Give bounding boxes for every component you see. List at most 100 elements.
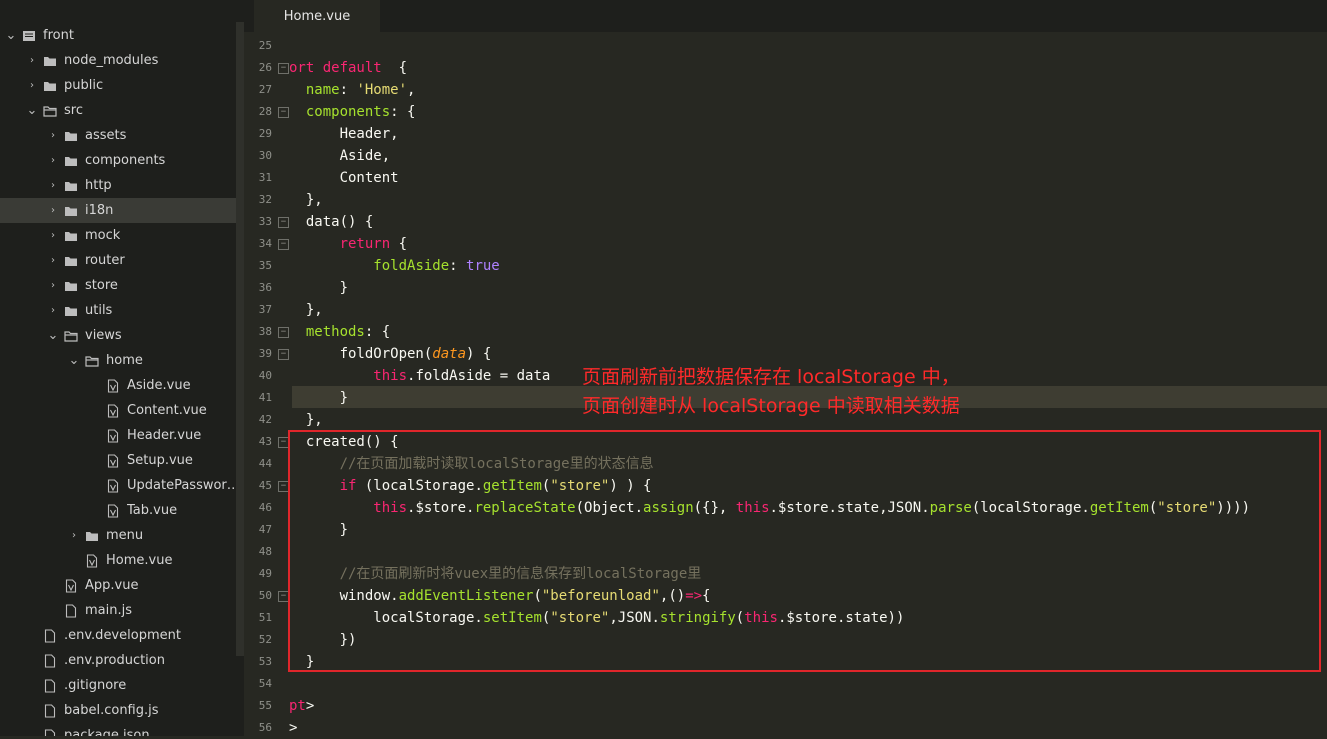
code-token: Aside, [289,148,391,164]
chevron-down-icon[interactable]: ⌄ [25,103,39,118]
chevron-right-icon[interactable]: › [25,55,39,66]
tree-item-label: router [85,253,125,268]
code-token: foldAside [373,258,450,274]
tree-item-env-production[interactable]: ›.env.production [0,648,244,673]
code-token: data() { [289,214,374,230]
line-number: 46 [258,501,272,514]
tree-item-label: i18n [85,203,114,218]
line-number: 49 [258,567,272,580]
folder-open-icon [43,104,57,118]
code-token: .foldAside = data [407,368,551,384]
tree-item-front[interactable]: ⌄ front [0,23,240,48]
line-number: 30 [258,149,272,162]
file-icon [43,678,57,693]
code-line: } [289,277,348,299]
tree-item-public[interactable]: › public [0,73,244,98]
chevron-right-icon[interactable]: › [46,130,60,141]
tree-item-label: mock [85,228,121,243]
line-number: 40 [258,369,272,382]
tree-item-gitignore[interactable]: ›.gitignore [0,673,244,698]
tree-item-label: Tab.vue [127,503,178,518]
tree-item-aside-vue[interactable]: ›Aside.vue [0,373,244,398]
code-token: ort default [289,60,382,76]
folder-icon [64,304,78,318]
chevron-right-icon[interactable]: › [25,80,39,91]
tree-item-store[interactable]: › store [0,273,244,298]
vue-file-icon [85,553,99,568]
folder-icon [43,54,57,68]
chevron-right-icon[interactable]: › [46,180,60,191]
line-number: 27 [258,83,272,96]
file-tree-sidebar: ⌄ front › node_modules › public ⌄ src › assets › co… [0,0,244,736]
line-number: 56 [258,721,272,734]
tree-item-mock[interactable]: › mock [0,223,244,248]
tree-item-components[interactable]: › components [0,148,244,173]
line-number: 50 [258,589,272,602]
tree-item-updatepasswor[interactable]: ›UpdatePasswor… [0,473,244,498]
vue-file-icon [106,378,120,393]
tree-item-router[interactable]: › router [0,248,244,273]
chevron-down-icon[interactable]: ⌄ [67,353,81,368]
tree-item-label: Header.vue [127,428,202,443]
line-number: 44 [258,457,272,470]
tree-item-src[interactable]: ⌄ src [0,98,244,123]
tree-item-node-modules[interactable]: › node_modules [0,48,244,73]
chevron-right-icon[interactable]: › [67,530,81,541]
tab-bar: Home.vue [244,0,1327,32]
fold-toggle-icon[interactable]: − [278,107,289,118]
line-number: 39 [258,347,272,360]
chevron-right-icon[interactable]: › [46,280,60,291]
line-number: 47 [258,523,272,536]
tree-item-home[interactable]: ⌄ home [0,348,244,373]
chevron-right-icon[interactable]: › [46,155,60,166]
fold-toggle-icon[interactable]: − [278,63,289,74]
tree-item-header-vue[interactable]: ›Header.vue [0,423,244,448]
line-number: 52 [258,633,272,646]
code-token: this [373,368,408,384]
tree-item-env-development[interactable]: ›.env.development [0,623,244,648]
tree-item-menu[interactable]: › menu [0,523,244,548]
tree-item-content-vue[interactable]: ›Content.vue [0,398,244,423]
folder-icon [85,529,99,543]
fold-toggle-icon[interactable]: − [278,217,289,228]
tree-item-tab-vue[interactable]: ›Tab.vue [0,498,244,523]
tree-item-label: package.json [64,728,150,736]
sidebar-scrollbar[interactable] [236,22,244,656]
tree-item-package-json[interactable]: ›package.json [0,723,244,736]
chevron-down-icon[interactable]: ⌄ [4,28,18,43]
code-token: : { [364,324,391,340]
fold-toggle-icon[interactable]: − [278,349,289,360]
code-token: Content [289,170,399,186]
line-number: 55 [258,699,272,712]
tree-item-views[interactable]: ⌄ views [0,323,244,348]
line-number: 25 [258,39,272,52]
tree-item-setup-vue[interactable]: ›Setup.vue [0,448,244,473]
tab-home-vue[interactable]: Home.vue [254,0,380,32]
tree-item-babel-config-js[interactable]: ›babel.config.js [0,698,244,723]
fold-toggle-icon[interactable]: − [278,239,289,250]
tree-item-label: components [85,153,166,168]
tree-item-utils[interactable]: › utils [0,298,244,323]
fold-toggle-icon[interactable]: − [278,327,289,338]
tree-item-main-js[interactable]: ›main.js [0,598,244,623]
folder-icon [64,204,78,218]
tree-item-app-vue[interactable]: ›App.vue [0,573,244,598]
chevron-right-icon[interactable]: › [46,255,60,266]
line-number: 34 [258,237,272,250]
chevron-right-icon[interactable]: › [46,205,60,216]
chevron-right-icon[interactable]: › [46,230,60,241]
tree-item-i18n[interactable]: › i18n [0,198,244,223]
vue-file-icon [106,403,120,418]
folder-icon [64,179,78,193]
folder-icon [43,79,57,93]
chevron-right-icon[interactable]: › [46,305,60,316]
code-line: Header, [289,123,399,145]
tree-item-http[interactable]: › http [0,173,244,198]
tree-item-assets[interactable]: › assets [0,123,244,148]
chevron-down-icon[interactable]: ⌄ [46,328,60,343]
code-token: components [305,104,391,120]
tree-item-home-vue[interactable]: ›Home.vue [0,548,244,573]
